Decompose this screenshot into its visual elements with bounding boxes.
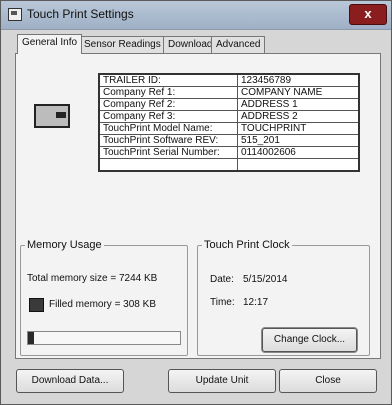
memory-progress-fill: [28, 332, 35, 344]
info-row-label: TouchPrint Software REV:: [98, 134, 238, 147]
settings-window: Touch Print Settings x General Info Sens…: [0, 0, 392, 405]
filled-memory-text: Filled memory = 308 KB: [49, 299, 156, 310]
info-row: TRAILER ID: 123456789: [98, 73, 360, 87]
info-row-label: TouchPrint Model Name:: [98, 122, 238, 135]
info-row-label: Company Ref 1:: [98, 86, 238, 99]
info-row-label: Company Ref 2:: [98, 98, 238, 111]
info-row-value: 515_201: [237, 134, 360, 147]
window-close-button[interactable]: x: [349, 4, 387, 25]
trailer-info-table: TRAILER ID: 123456789 Company Ref 1: COMPAN…: [98, 73, 360, 172]
info-row-value: ADDRESS 2: [237, 110, 360, 123]
total-memory-text: Total memory size = 7244 KB: [27, 273, 158, 284]
info-row-label: Company Ref 3:: [98, 110, 238, 123]
time-value: 12:17: [243, 297, 269, 308]
memory-usage-group: Memory Usage Total memory size = 7244 KB…: [20, 239, 188, 356]
trailer-device-icon: [34, 104, 70, 128]
info-row-value: TOUCHPRINT: [237, 122, 360, 135]
close-button[interactable]: Close: [279, 369, 377, 393]
update-unit-button[interactable]: Update Unit: [168, 369, 276, 393]
info-row: TouchPrint Model Name: TOUCHPRINT: [98, 122, 360, 135]
info-row-value: ADDRESS 1: [237, 98, 360, 111]
general-info-panel: TRAILER ID: 123456789 Company Ref 1: COMPAN…: [15, 53, 381, 359]
info-row-value: 0114002606: [237, 146, 360, 159]
app-window-icon: [8, 8, 22, 21]
touch-print-clock-group: Touch Print Clock Date: 5/15/2014 Time: …: [197, 239, 370, 356]
tab-download[interactable]: Download: [163, 36, 218, 53]
tab-advanced[interactable]: Advanced: [211, 36, 266, 53]
info-row-value: [237, 158, 360, 172]
info-row: Company Ref 1: COMPANY NAME: [98, 86, 360, 99]
filled-memory-swatch: [29, 298, 44, 312]
info-row-value: 123456789: [237, 73, 360, 87]
info-row-value: COMPANY NAME: [237, 86, 360, 99]
date-label: Date:: [210, 274, 234, 285]
tab-sensor-readings[interactable]: Sensor Readings: [79, 36, 166, 53]
info-row-label: TouchPrint Serial Number:: [98, 146, 238, 159]
date-value: 5/15/2014: [243, 274, 288, 285]
memory-usage-legend: Memory Usage: [27, 239, 102, 251]
time-label: Time:: [210, 297, 235, 308]
info-row: [98, 158, 360, 172]
info-row: TouchPrint Serial Number: 0114002606: [98, 146, 360, 159]
info-row-label: TRAILER ID:: [98, 73, 238, 87]
memory-progress-bar: [27, 331, 181, 345]
title-bar: Touch Print Settings x: [1, 1, 391, 30]
clock-legend: Touch Print Clock: [204, 239, 290, 251]
window-title: Touch Print Settings: [27, 7, 134, 21]
change-clock-button[interactable]: Change Clock...: [262, 328, 357, 352]
info-row-label: [98, 158, 238, 172]
info-row: Company Ref 2: ADDRESS 1: [98, 98, 360, 111]
tab-general-info[interactable]: General Info: [17, 34, 83, 54]
info-row: TouchPrint Software REV: 515_201: [98, 134, 360, 147]
download-data-button[interactable]: Download Data...: [16, 369, 124, 393]
info-row: Company Ref 3: ADDRESS 2: [98, 110, 360, 123]
